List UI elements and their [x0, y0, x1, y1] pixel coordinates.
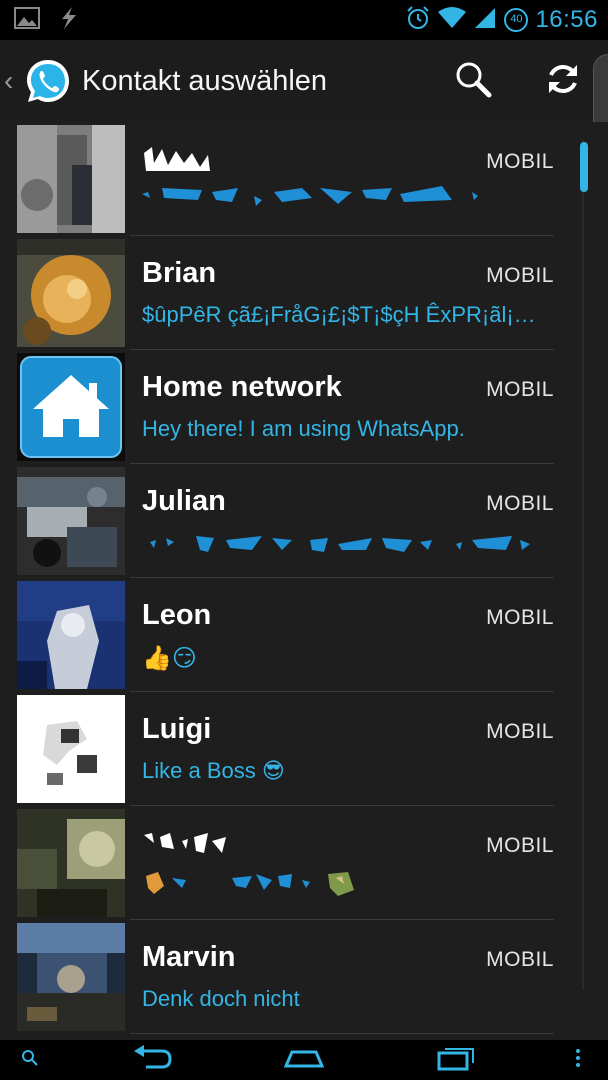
search-button[interactable] — [428, 40, 518, 122]
contact-avatar — [17, 581, 125, 689]
signal-icon — [473, 6, 497, 35]
contact-avatar — [17, 923, 125, 1031]
contact-status: Like a Boss 😎 — [142, 758, 285, 783]
contact-avatar — [17, 467, 125, 575]
contact-status: 👍😏 — [142, 645, 197, 672]
phone-type-label: MOBIL — [486, 150, 554, 173]
contact-status-redacted — [142, 182, 542, 218]
contact-name-redacted — [142, 143, 212, 185]
contact-row[interactable]: Marvin Denk doch nicht MOBIL — [0, 920, 608, 1034]
wifi-icon — [437, 6, 467, 35]
phone-type-label: MOBIL — [486, 492, 554, 515]
contact-row[interactable]: Luigi Like a Boss 😎 MOBIL — [0, 692, 608, 806]
contact-name: Luigi — [142, 713, 212, 745]
contact-row[interactable]: Brian $ûpPêR çã£¡FråG¡£¡$T¡$çH ÊxPR¡ãl¡…… — [0, 236, 608, 350]
image-icon — [14, 6, 40, 34]
contact-avatar — [17, 125, 125, 233]
back-button[interactable] — [92, 1040, 212, 1080]
phone-type-label: MOBIL — [486, 834, 554, 857]
home-button[interactable] — [244, 1040, 364, 1080]
menu-icon — [574, 1048, 582, 1073]
flash-icon — [56, 6, 80, 35]
battery-icon: 40 — [503, 7, 529, 33]
contact-avatar — [17, 695, 125, 803]
contact-row[interactable]: Leon 👍😏 MOBIL — [0, 578, 608, 692]
contact-name: Julian — [142, 485, 226, 517]
navigation-bar — [0, 1040, 608, 1080]
whatsapp-logo[interactable] — [24, 57, 72, 105]
phone-type-label: MOBIL — [486, 264, 554, 287]
contact-name: Leon — [142, 599, 212, 631]
up-caret-icon[interactable]: ‹ — [4, 65, 20, 97]
recent-apps-icon — [437, 1045, 475, 1076]
contact-status: Hey there! I am using WhatsApp. — [142, 416, 465, 441]
phone-type-label: MOBIL — [486, 378, 554, 401]
row-divider — [130, 1033, 554, 1034]
search-key[interactable] — [0, 1040, 60, 1080]
scrollbar-thumb[interactable] — [580, 142, 588, 192]
contact-name: Home network — [142, 371, 342, 403]
contact-status-redacted — [142, 866, 542, 906]
search-icon — [453, 59, 493, 104]
home-icon — [283, 1046, 325, 1075]
phone-type-label: MOBIL — [486, 720, 554, 743]
search-icon — [21, 1049, 39, 1072]
contact-row[interactable]: MOBIL — [0, 806, 608, 920]
contact-row[interactable]: Julian MOBIL — [0, 464, 608, 578]
contact-avatar — [17, 239, 125, 347]
contact-row[interactable]: Home network Hey there! I am using Whats… — [0, 350, 608, 464]
recent-apps-button[interactable] — [396, 1040, 516, 1080]
scrollbar-track[interactable] — [582, 140, 584, 990]
refresh-icon — [543, 59, 583, 104]
back-icon — [132, 1044, 172, 1076]
phone-type-label: MOBIL — [486, 606, 554, 629]
status-bar: 40 16:56 — [0, 0, 608, 40]
contact-list: MOBIL Brian $ûpPêR çã£¡FråG¡£¡$T¡$çH ÊxP… — [0, 122, 608, 1040]
alarm-icon — [405, 5, 431, 36]
contact-row[interactable]: MOBIL — [0, 122, 608, 236]
menu-button[interactable] — [548, 1040, 608, 1080]
page-title: Kontakt auswählen — [82, 64, 328, 97]
action-bar: ‹ Kontakt auswählen — [0, 40, 608, 122]
contact-status: Denk doch nicht — [142, 986, 300, 1011]
phone-type-label: MOBIL — [486, 948, 554, 971]
clock: 16:56 — [535, 6, 598, 33]
contact-status-redacted — [142, 530, 542, 562]
contact-status: $ûpPêR çã£¡FråG¡£¡$T¡$çH ÊxPR¡ãl¡… — [142, 302, 536, 327]
contact-avatar — [17, 809, 125, 917]
battery-level: 40 — [510, 13, 523, 25]
contact-avatar — [17, 353, 125, 461]
contact-name: Brian — [142, 257, 217, 289]
contact-name-redacted — [142, 827, 232, 869]
contact-name: Marvin — [142, 941, 236, 973]
